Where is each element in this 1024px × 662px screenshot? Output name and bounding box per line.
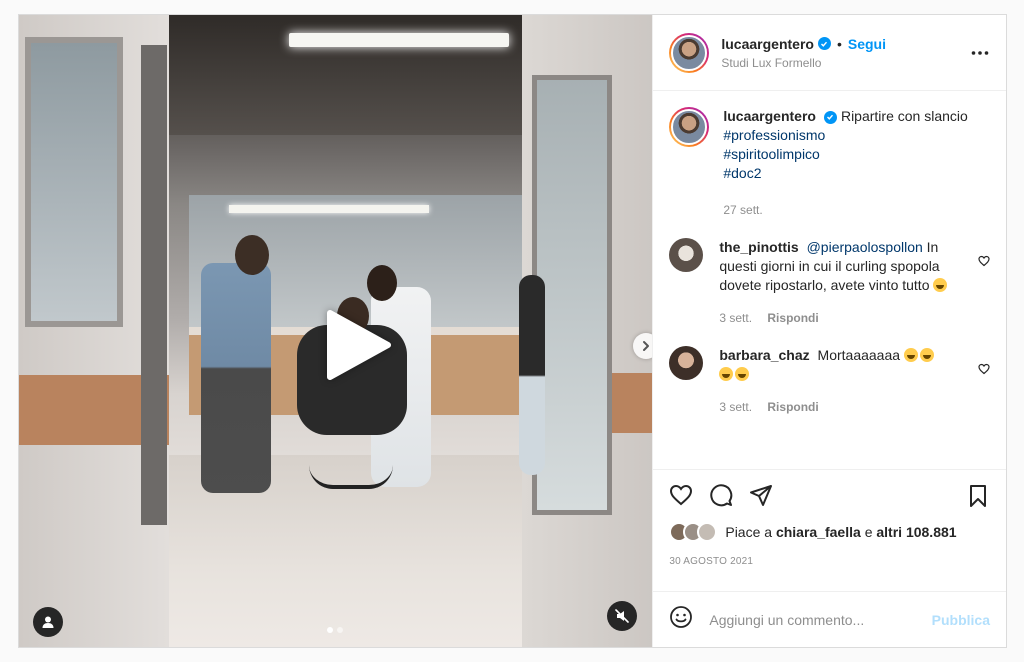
liker-avatars[interactable] xyxy=(669,522,718,542)
scene-person-head xyxy=(367,265,397,301)
scene-person xyxy=(519,275,545,475)
heart-icon xyxy=(978,363,990,375)
laughing-emoji-icon xyxy=(903,348,918,362)
comment-like-button[interactable] xyxy=(978,254,990,272)
commenter-username[interactable]: the_pinottis xyxy=(719,239,798,255)
caption-author-username[interactable]: lucaargentero xyxy=(723,108,816,124)
author-avatar[interactable] xyxy=(669,32,710,73)
likes-count[interactable]: altri 108.881 xyxy=(876,524,956,540)
laughing-emoji-icon xyxy=(933,278,948,292)
comment-bubble-icon xyxy=(710,483,733,506)
speaker-muted-icon xyxy=(615,609,629,623)
share-button[interactable] xyxy=(749,483,773,512)
reply-button[interactable]: Rispondi xyxy=(767,311,818,325)
more-options-button[interactable] xyxy=(970,43,990,68)
caption-author-avatar[interactable] xyxy=(669,107,710,147)
header-separator: • xyxy=(836,35,842,52)
carousel-dot xyxy=(327,627,333,633)
caption-time[interactable]: 27 sett. xyxy=(723,203,762,217)
commenter-avatar[interactable] xyxy=(669,346,704,380)
mute-toggle-button[interactable] xyxy=(607,601,637,631)
post-media-video[interactable] xyxy=(19,15,653,647)
laughing-emoji-icon xyxy=(735,367,750,381)
comment-time[interactable]: 3 sett. xyxy=(719,400,752,414)
heart-icon xyxy=(670,484,693,505)
hashtag-link[interactable]: #professionismo xyxy=(723,126,973,145)
play-icon xyxy=(327,310,391,380)
hashtag-link[interactable]: #spiritoolimpico xyxy=(723,145,973,164)
follow-button[interactable]: Segui xyxy=(848,36,886,52)
emoji-picker-button[interactable] xyxy=(669,605,693,634)
commenter-username[interactable]: barbara_chaz xyxy=(719,347,809,363)
post-date[interactable]: 30 AGOSTO 2021 xyxy=(669,556,990,567)
like-button[interactable] xyxy=(669,483,693,512)
publish-button[interactable]: Pubblica xyxy=(932,612,990,628)
caption: lucaargentero Ripartire con slancio #prof… xyxy=(669,107,990,220)
comment-item: barbara_chaz Mortaaaaaaa 3 sett. Rispond… xyxy=(669,346,990,417)
bookmark-icon xyxy=(970,485,986,507)
post-header: lucaargentero • Segui Studi Lux Formello xyxy=(653,15,1006,91)
likes-connector: e xyxy=(864,524,873,540)
commenter-avatar[interactable] xyxy=(669,238,704,272)
scene-office-chair xyxy=(309,465,393,489)
reply-button[interactable]: Rispondi xyxy=(767,400,818,414)
comment-time[interactable]: 3 sett. xyxy=(719,311,752,325)
mention-link[interactable]: @pierpaolospollon xyxy=(807,239,923,255)
liker-username[interactable]: chiara_faella xyxy=(776,524,861,540)
post-actions: Piace a chiara_faella e altri 108.881 30… xyxy=(653,469,1006,591)
heart-icon xyxy=(978,255,990,267)
laughing-emoji-icon xyxy=(719,367,734,381)
likes-prefix: Piace a xyxy=(725,524,773,540)
carousel-dot xyxy=(337,627,343,633)
likes-summary: Piace a chiara_faella e altri 108.881 xyxy=(669,522,990,542)
comment-button[interactable] xyxy=(709,483,733,512)
scene-wainscot-right xyxy=(612,373,653,433)
scene-person-head xyxy=(235,235,269,275)
carousel-indicator xyxy=(327,627,343,633)
post-sidebar: lucaargentero • Segui Studi Lux Formello xyxy=(652,15,1006,647)
comment-input[interactable] xyxy=(709,611,932,628)
carousel-next-button[interactable] xyxy=(633,333,653,359)
user-icon xyxy=(42,616,54,628)
comments-section: lucaargentero Ripartire con slancio #prof… xyxy=(653,91,1006,469)
scene-window xyxy=(25,37,123,327)
verified-badge-icon xyxy=(823,110,837,124)
comment-text: Mortaaaaaaa xyxy=(817,347,901,363)
post-location[interactable]: Studi Lux Formello xyxy=(721,56,886,70)
play-button[interactable] xyxy=(322,309,394,381)
smiley-icon xyxy=(670,606,693,628)
author-username[interactable]: lucaargentero xyxy=(721,36,814,52)
comment-item: the_pinottis @pierpaolospollon In questi… xyxy=(669,238,990,328)
save-button[interactable] xyxy=(966,484,990,513)
verified-badge-icon xyxy=(817,37,831,50)
hashtag-link[interactable]: #doc2 xyxy=(723,164,973,183)
scene-door-left xyxy=(141,45,167,525)
tagged-users-button[interactable] xyxy=(33,607,63,637)
laughing-emoji-icon xyxy=(919,348,934,362)
add-comment-bar: Pubblica xyxy=(653,591,1006,647)
caption-text: Ripartire con slancio xyxy=(840,108,968,124)
chevron-right-icon xyxy=(643,341,649,351)
comment-like-button[interactable] xyxy=(978,362,990,380)
scene-ceiling-light xyxy=(289,33,509,47)
paper-plane-icon xyxy=(750,484,773,506)
post-dialog: lucaargentero • Segui Studi Lux Formello xyxy=(18,14,1007,648)
scene-person xyxy=(201,263,271,493)
scene-light xyxy=(229,205,429,213)
more-horizontal-icon xyxy=(971,51,989,55)
